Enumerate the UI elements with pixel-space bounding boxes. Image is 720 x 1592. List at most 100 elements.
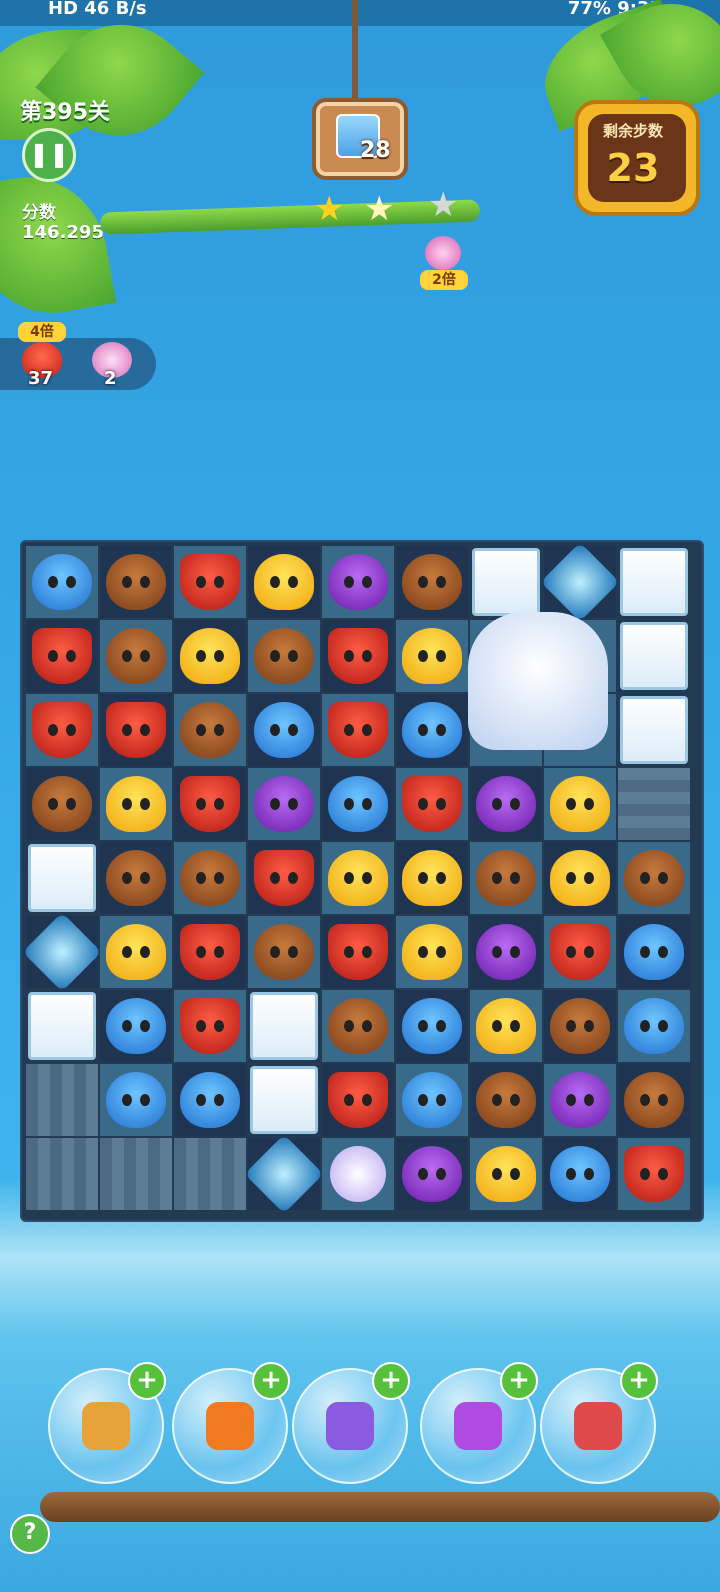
board-cell[interactable] [100,1064,172,1136]
add-booster-button[interactable]: + [372,1362,410,1400]
board-cell[interactable] [100,916,172,988]
board-cell[interactable] [248,768,320,840]
board-cell[interactable] [174,546,246,618]
board-cell[interactable] [544,768,616,840]
board-cell[interactable] [100,842,172,914]
board-cell[interactable] [248,694,320,766]
ice-block[interactable] [28,992,96,1060]
fox-piece-icon [254,850,314,906]
board-cell[interactable] [540,542,620,622]
bear-piece-icon [32,776,92,832]
bonus-multiplier-badge: 4倍 [18,322,66,342]
board-cell[interactable] [322,916,394,988]
board-cell[interactable] [248,546,320,618]
board-cell[interactable] [470,990,542,1062]
board-cell[interactable] [100,990,172,1062]
board-cell[interactable] [470,1138,542,1210]
board-cell[interactable] [396,620,468,692]
board-cell[interactable] [396,768,468,840]
add-booster-button[interactable]: + [128,1362,166,1400]
fox-piece-icon [328,1072,388,1128]
board-cell[interactable] [396,1138,468,1210]
board-cell[interactable] [470,768,542,840]
board-cell[interactable] [618,990,690,1062]
board-cell[interactable] [618,842,690,914]
add-booster-button[interactable]: + [500,1362,538,1400]
board-cell[interactable] [174,990,246,1062]
board-cell[interactable] [174,620,246,692]
board-cell[interactable] [470,1064,542,1136]
add-booster-button[interactable]: + [252,1362,290,1400]
board-cell[interactable] [544,1138,616,1210]
bear-piece-icon [106,850,166,906]
help-button[interactable]: ? [10,1514,50,1554]
board-cell[interactable] [544,842,616,914]
board-cell[interactable] [396,546,468,618]
board-cell[interactable] [470,842,542,914]
board-cell[interactable] [100,694,172,766]
board-cell[interactable] [322,768,394,840]
board-cell[interactable] [174,768,246,840]
bear-piece-icon [106,554,166,610]
ice-block[interactable] [28,844,96,912]
board-cell[interactable] [248,620,320,692]
conveyor-tile [618,768,690,840]
chick-piece-icon [106,776,166,832]
board-cell[interactable] [396,990,468,1062]
bear-piece-icon [476,1072,536,1128]
board-cell[interactable] [174,1064,246,1136]
ice-block[interactable] [620,696,688,764]
pause-button[interactable]: ❚❚ [22,128,76,182]
ice-block[interactable] [250,1066,318,1134]
blue-piece-icon [550,1146,610,1202]
board-cell[interactable] [26,620,98,692]
board-cell[interactable] [100,768,172,840]
board-cell[interactable] [396,842,468,914]
fox-piece-icon [328,628,388,684]
board-cell[interactable] [174,916,246,988]
board-cell[interactable] [22,912,102,992]
bear-piece-icon [106,628,166,684]
board-cell[interactable] [618,1138,690,1210]
board-cell[interactable] [396,916,468,988]
ice-block[interactable] [472,548,540,616]
board-cell[interactable] [322,620,394,692]
shuffle-booster-icon [82,1402,130,1450]
chick-piece-icon [402,924,462,980]
ice-block[interactable] [620,548,688,616]
bear-piece-icon [180,850,240,906]
ice-block[interactable] [250,992,318,1060]
board-cell[interactable] [396,1064,468,1136]
board-cell[interactable] [396,694,468,766]
board-cell[interactable] [618,1064,690,1136]
board-cell[interactable] [100,620,172,692]
board-cell[interactable] [322,842,394,914]
board-cell[interactable] [248,916,320,988]
board-cell[interactable] [174,842,246,914]
board-cell[interactable] [26,694,98,766]
add-booster-button[interactable]: + [620,1362,658,1400]
bear-piece-icon [476,850,536,906]
board-cell[interactable] [244,1134,324,1214]
board-cell[interactable] [470,916,542,988]
board-cell[interactable] [544,1064,616,1136]
moves-value: 23 [606,146,660,190]
board-cell[interactable] [544,990,616,1062]
board-cell[interactable] [26,768,98,840]
board-cell[interactable] [100,546,172,618]
board-cell[interactable] [322,1138,394,1210]
board-cell[interactable] [544,916,616,988]
ice-block[interactable] [620,622,688,690]
board-cell[interactable] [618,916,690,988]
rocket-h-booster-icon [454,1402,502,1450]
board-cell[interactable] [248,842,320,914]
blue-piece-icon [328,776,388,832]
fox-piece-icon [180,776,240,832]
board-cell[interactable] [322,546,394,618]
vine-decoration [40,1492,720,1522]
board-cell[interactable] [322,694,394,766]
board-cell[interactable] [322,990,394,1062]
board-cell[interactable] [174,694,246,766]
board-cell[interactable] [322,1064,394,1136]
board-cell[interactable] [26,546,98,618]
